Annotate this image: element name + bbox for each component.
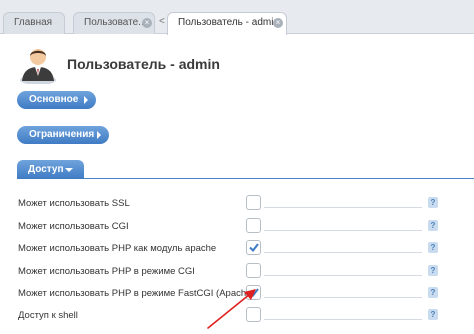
- row-label: Может использовать PHP в режиме CGI: [18, 266, 195, 277]
- section-divider: [17, 178, 474, 179]
- tab-user-admin[interactable]: Пользователь - admin ×: [167, 12, 287, 35]
- row-label: Может использовать PHP как модуль apache: [18, 243, 217, 254]
- divider: [264, 275, 422, 276]
- access-row-cgi: Может использовать CGI ?: [0, 216, 474, 238]
- divider: [264, 319, 422, 320]
- chevron-left-icon[interactable]: <: [159, 16, 165, 27]
- page-title: Пользователь - admin: [67, 56, 220, 72]
- user-avatar-icon: [20, 49, 56, 84]
- divider: [264, 252, 422, 253]
- php-cgi-checkbox[interactable]: [246, 263, 261, 278]
- tab-bar: Главная Пользовате... × < Пользователь -…: [0, 0, 474, 35]
- php-module-checkbox[interactable]: [246, 240, 261, 255]
- help-icon[interactable]: ?: [428, 265, 438, 276]
- row-label: Может использовать SSL: [18, 198, 130, 209]
- section-access-label: Доступ: [28, 164, 64, 175]
- close-icon[interactable]: ×: [142, 18, 152, 28]
- tab-user-admin-label: Пользователь - admin: [178, 17, 280, 28]
- annotation-arrow-icon: [207, 289, 256, 329]
- chevron-right-icon: [84, 96, 88, 104]
- section-limits-button[interactable]: Ограничения: [17, 126, 109, 144]
- checkmark-icon: [249, 243, 259, 252]
- tab-users-label: Пользовате...: [84, 17, 147, 28]
- access-row-php-module: Может использовать PHP как модуль apache…: [0, 238, 474, 260]
- tab-users[interactable]: Пользовате... ×: [73, 12, 155, 34]
- tab-home-label: Главная: [14, 17, 53, 28]
- help-icon[interactable]: ?: [428, 287, 438, 298]
- divider: [264, 207, 422, 208]
- close-icon[interactable]: ×: [273, 18, 283, 28]
- section-basic-label: Основное: [29, 94, 79, 105]
- chevron-down-icon: [65, 168, 73, 172]
- cgi-checkbox[interactable]: [246, 218, 261, 233]
- row-label: Может использовать CGI: [18, 221, 129, 232]
- help-icon[interactable]: ?: [428, 242, 438, 253]
- chevron-right-icon: [97, 131, 101, 139]
- section-access-tab[interactable]: Доступ: [17, 160, 84, 179]
- access-row-ssl: Может использовать SSL ?: [0, 193, 474, 215]
- section-limits-label: Ограничения: [29, 129, 95, 140]
- tab-home[interactable]: Главная: [3, 12, 65, 34]
- divider: [264, 297, 422, 298]
- ssl-checkbox[interactable]: [246, 195, 261, 210]
- help-icon[interactable]: ?: [428, 309, 438, 320]
- row-label: Доступ к shell: [18, 310, 78, 321]
- divider: [264, 230, 422, 231]
- help-icon[interactable]: ?: [428, 220, 438, 231]
- section-basic-button[interactable]: Основное: [17, 91, 96, 109]
- help-icon[interactable]: ?: [428, 197, 438, 208]
